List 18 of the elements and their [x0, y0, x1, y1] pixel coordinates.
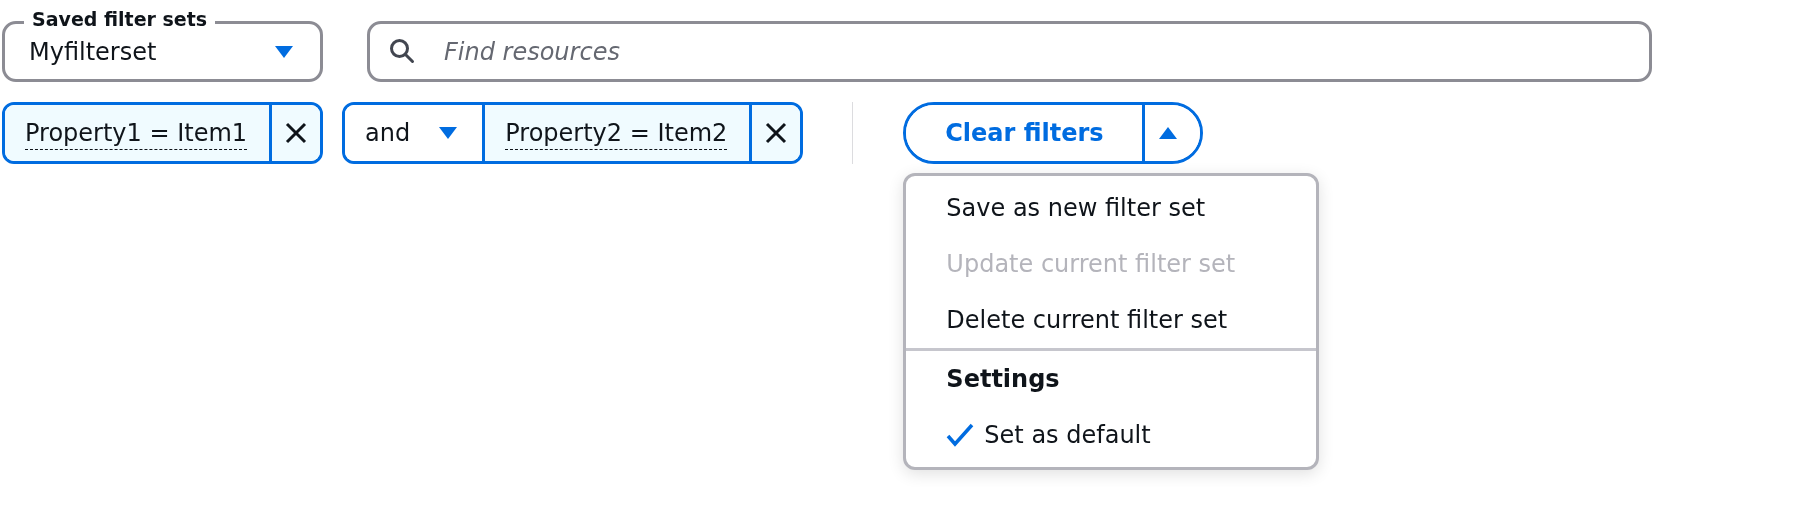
remove-filter-button[interactable]	[749, 105, 801, 161]
menu-item[interactable]: Delete current filter set	[906, 292, 1317, 348]
remove-filter-button[interactable]	[269, 105, 321, 161]
search-field[interactable]: Find resources	[367, 21, 1652, 82]
caret-up-icon	[1157, 126, 1178, 140]
menu-item[interactable]: Set as default	[906, 407, 1317, 463]
operator-select[interactable]: and	[345, 105, 486, 161]
close-icon	[285, 122, 308, 144]
filter-text[interactable]: Property1 = Item1	[5, 105, 270, 161]
menu-group-heading: Settings	[906, 348, 1317, 407]
filter-text[interactable]: Property2 = Item2	[485, 105, 750, 161]
caret-down-icon	[438, 126, 459, 140]
menu-item-label: Set as default	[984, 421, 1151, 449]
menu-item[interactable]: Save as new filter set	[906, 180, 1317, 236]
menu-toggle-button[interactable]	[1142, 105, 1201, 161]
caret-down-icon	[274, 44, 294, 59]
search-icon	[389, 38, 415, 64]
close-icon	[765, 122, 788, 144]
